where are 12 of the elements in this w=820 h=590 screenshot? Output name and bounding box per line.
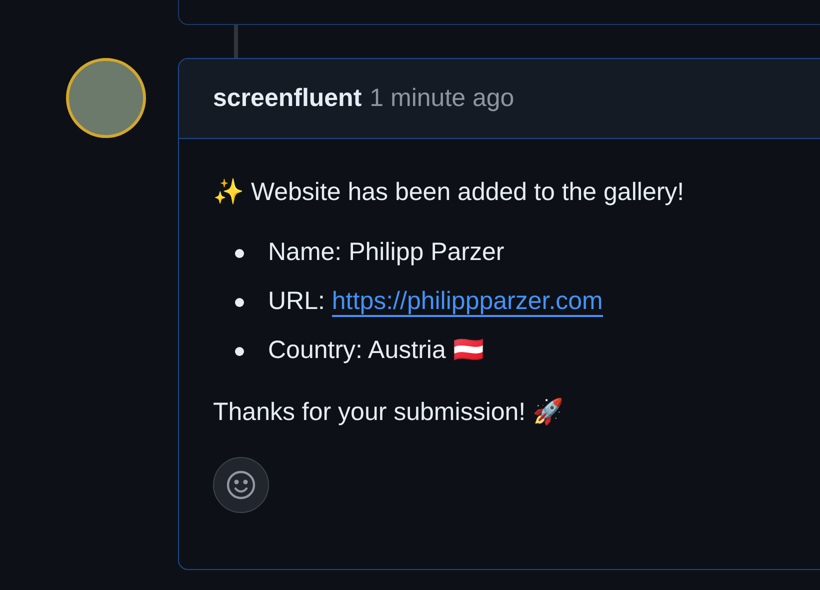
bullet-icon [235, 248, 244, 258]
author-name[interactable]: screenfluent [213, 80, 362, 118]
comment-text: Thanks for your submission! 🚀 [213, 396, 565, 428]
comment-text: ✨ Website has been added to the gallery! [213, 177, 686, 208]
bullet-icon [235, 298, 244, 306]
list-item-text: Country: Austria 🇦🇹 [268, 335, 484, 366]
timestamp[interactable]: 1 minute ago [370, 80, 514, 118]
bullet-icon [235, 346, 244, 356]
website-link[interactable]: https://philippparzer.com [332, 287, 603, 318]
list-item-text: Name: Philipp Parzer [268, 237, 504, 268]
smiley-icon [225, 469, 257, 501]
list-item-text: URL: https://philippparzer.com [268, 286, 603, 320]
